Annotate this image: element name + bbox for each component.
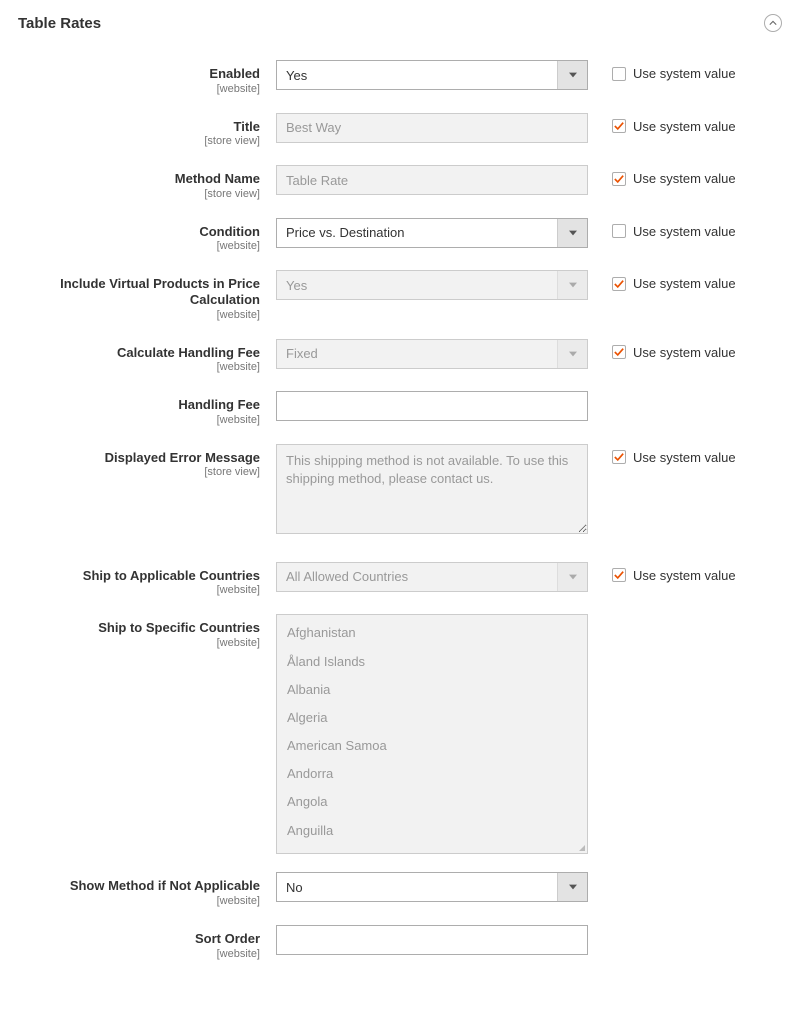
checkbox-title-usesys[interactable] xyxy=(612,119,626,133)
caret-down-icon xyxy=(557,61,587,89)
collapse-toggle[interactable] xyxy=(764,14,782,32)
select-enabled[interactable]: Yes xyxy=(276,60,588,90)
label-ship-specific: Ship to Specific Countries xyxy=(18,620,260,636)
select-handling-calc-value: Fixed xyxy=(277,340,557,368)
row-method-name: Method Name [store view] Use system valu… xyxy=(18,165,782,200)
row-condition: Condition [website] Price vs. Destinatio… xyxy=(18,218,782,253)
scope-show-if-na: [website] xyxy=(18,895,260,907)
checkbox-method-name-usesys[interactable] xyxy=(612,172,626,186)
checkbox-error-msg-usesys-label[interactable]: Use system value xyxy=(633,450,736,465)
row-handling-fee: Handling Fee [website] xyxy=(18,391,782,426)
multiselect-list[interactable]: AfghanistanÅland IslandsAlbaniaAlgeriaAm… xyxy=(277,615,587,853)
label-handling-calc: Calculate Handling Fee xyxy=(18,345,260,361)
checkbox-condition-usesys-label[interactable]: Use system value xyxy=(633,224,736,239)
select-handling-calc[interactable]: Fixed xyxy=(276,339,588,369)
select-include-virtual[interactable]: Yes xyxy=(276,270,588,300)
scope-include-virtual: [website] xyxy=(18,309,260,321)
chevron-up-icon xyxy=(769,19,777,27)
country-option[interactable]: Åland Islands xyxy=(277,648,587,676)
label-condition: Condition xyxy=(18,224,260,240)
country-option[interactable]: American Samoa xyxy=(277,732,587,760)
row-title: Title [store view] Use system value xyxy=(18,113,782,148)
input-sort-order[interactable] xyxy=(276,925,588,955)
caret-down-icon xyxy=(557,873,587,901)
country-option[interactable]: Antarctica xyxy=(277,845,587,854)
select-condition-value: Price vs. Destination xyxy=(277,219,557,247)
country-option[interactable]: Afghanistan xyxy=(277,619,587,647)
label-error-msg: Displayed Error Message xyxy=(18,450,260,466)
row-show-if-na: Show Method if Not Applicable [website] … xyxy=(18,872,782,907)
input-method-name[interactable] xyxy=(276,165,588,195)
row-sort-order: Sort Order [website] xyxy=(18,925,782,960)
select-ship-applicable[interactable]: All Allowed Countries xyxy=(276,562,588,592)
checkbox-condition-usesys[interactable] xyxy=(612,224,626,238)
scope-ship-specific: [website] xyxy=(18,637,260,649)
label-title: Title xyxy=(18,119,260,135)
scope-sort-order: [website] xyxy=(18,948,260,960)
multiselect-ship-specific[interactable]: AfghanistanÅland IslandsAlbaniaAlgeriaAm… xyxy=(276,614,588,854)
row-enabled: Enabled [website] Yes Use system value xyxy=(18,60,782,95)
label-show-if-na: Show Method if Not Applicable xyxy=(18,878,260,894)
checkbox-enabled-usesys[interactable] xyxy=(612,67,626,81)
section-title: Table Rates xyxy=(18,15,101,32)
select-show-if-na-value: No xyxy=(277,873,557,901)
input-handling-fee[interactable] xyxy=(276,391,588,421)
checkbox-include-virtual-usesys-label[interactable]: Use system value xyxy=(633,276,736,291)
caret-down-icon xyxy=(557,563,587,591)
caret-down-icon xyxy=(557,219,587,247)
input-title[interactable] xyxy=(276,113,588,143)
scope-title: [store view] xyxy=(18,135,260,147)
caret-down-icon xyxy=(557,271,587,299)
checkbox-include-virtual-usesys[interactable] xyxy=(612,277,626,291)
label-sort-order: Sort Order xyxy=(18,931,260,947)
country-option[interactable]: Anguilla xyxy=(277,817,587,845)
select-ship-applicable-value: All Allowed Countries xyxy=(277,563,557,591)
checkbox-ship-applicable-usesys[interactable] xyxy=(612,568,626,582)
row-error-msg: Displayed Error Message [store view] Thi… xyxy=(18,444,782,534)
section-header: Table Rates xyxy=(18,14,782,32)
label-enabled: Enabled xyxy=(18,66,260,82)
row-ship-specific: Ship to Specific Countries [website] Afg… xyxy=(18,614,782,854)
country-option[interactable]: Algeria xyxy=(277,704,587,732)
select-enabled-value: Yes xyxy=(277,61,557,89)
scope-enabled: [website] xyxy=(18,83,260,95)
row-include-virtual: Include Virtual Products in Price Calcul… xyxy=(18,270,782,320)
checkbox-handling-calc-usesys[interactable] xyxy=(612,345,626,359)
country-option[interactable]: Andorra xyxy=(277,760,587,788)
row-handling-calc: Calculate Handling Fee [website] Fixed U… xyxy=(18,339,782,374)
select-include-virtual-value: Yes xyxy=(277,271,557,299)
checkbox-error-msg-usesys[interactable] xyxy=(612,450,626,464)
scope-method-name: [store view] xyxy=(18,188,260,200)
country-option[interactable]: Albania xyxy=(277,676,587,704)
checkbox-ship-applicable-usesys-label[interactable]: Use system value xyxy=(633,568,736,583)
checkbox-title-usesys-label[interactable]: Use system value xyxy=(633,119,736,134)
checkbox-method-name-usesys-label[interactable]: Use system value xyxy=(633,171,736,186)
scope-handling-fee: [website] xyxy=(18,414,260,426)
scope-ship-applicable: [website] xyxy=(18,584,260,596)
row-ship-applicable: Ship to Applicable Countries [website] A… xyxy=(18,562,782,597)
scope-condition: [website] xyxy=(18,240,260,252)
checkbox-enabled-usesys-label[interactable]: Use system value xyxy=(633,66,736,81)
select-show-if-na[interactable]: No xyxy=(276,872,588,902)
caret-down-icon xyxy=(557,340,587,368)
resize-handle-icon[interactable] xyxy=(575,841,587,853)
textarea-error-msg[interactable]: This shipping method is not available. T… xyxy=(276,444,588,534)
label-include-virtual: Include Virtual Products in Price Calcul… xyxy=(18,276,260,307)
checkbox-handling-calc-usesys-label[interactable]: Use system value xyxy=(633,345,736,360)
label-handling-fee: Handling Fee xyxy=(18,397,260,413)
label-method-name: Method Name xyxy=(18,171,260,187)
scope-handling-calc: [website] xyxy=(18,361,260,373)
country-option[interactable]: Angola xyxy=(277,788,587,816)
scope-error-msg: [store view] xyxy=(18,466,260,478)
select-condition[interactable]: Price vs. Destination xyxy=(276,218,588,248)
label-ship-applicable: Ship to Applicable Countries xyxy=(18,568,260,584)
